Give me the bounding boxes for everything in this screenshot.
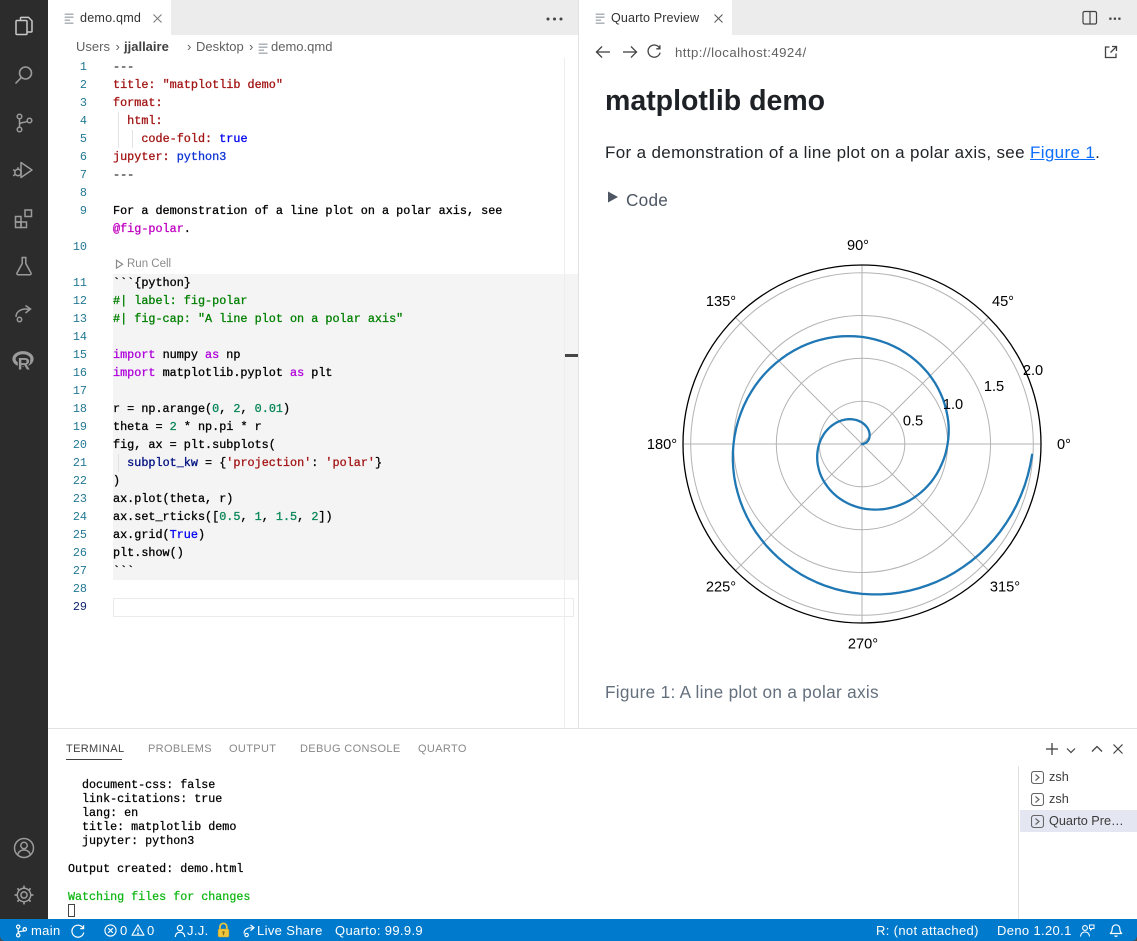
svg-text:270°: 270° <box>848 637 878 653</box>
svg-text:0°: 0° <box>1057 437 1071 453</box>
svg-text:0.5: 0.5 <box>903 414 923 430</box>
svg-text:45°: 45° <box>992 294 1014 310</box>
svg-text:2.0: 2.0 <box>1023 363 1043 379</box>
svg-text:135°: 135° <box>706 294 736 310</box>
svg-text:315°: 315° <box>990 580 1020 596</box>
svg-text:90°: 90° <box>847 238 869 254</box>
svg-text:1.0: 1.0 <box>943 397 963 413</box>
svg-text:R: R <box>18 355 30 374</box>
svg-text:180°: 180° <box>647 437 677 453</box>
svg-text:225°: 225° <box>706 580 736 596</box>
svg-text:1.5: 1.5 <box>984 379 1004 395</box>
